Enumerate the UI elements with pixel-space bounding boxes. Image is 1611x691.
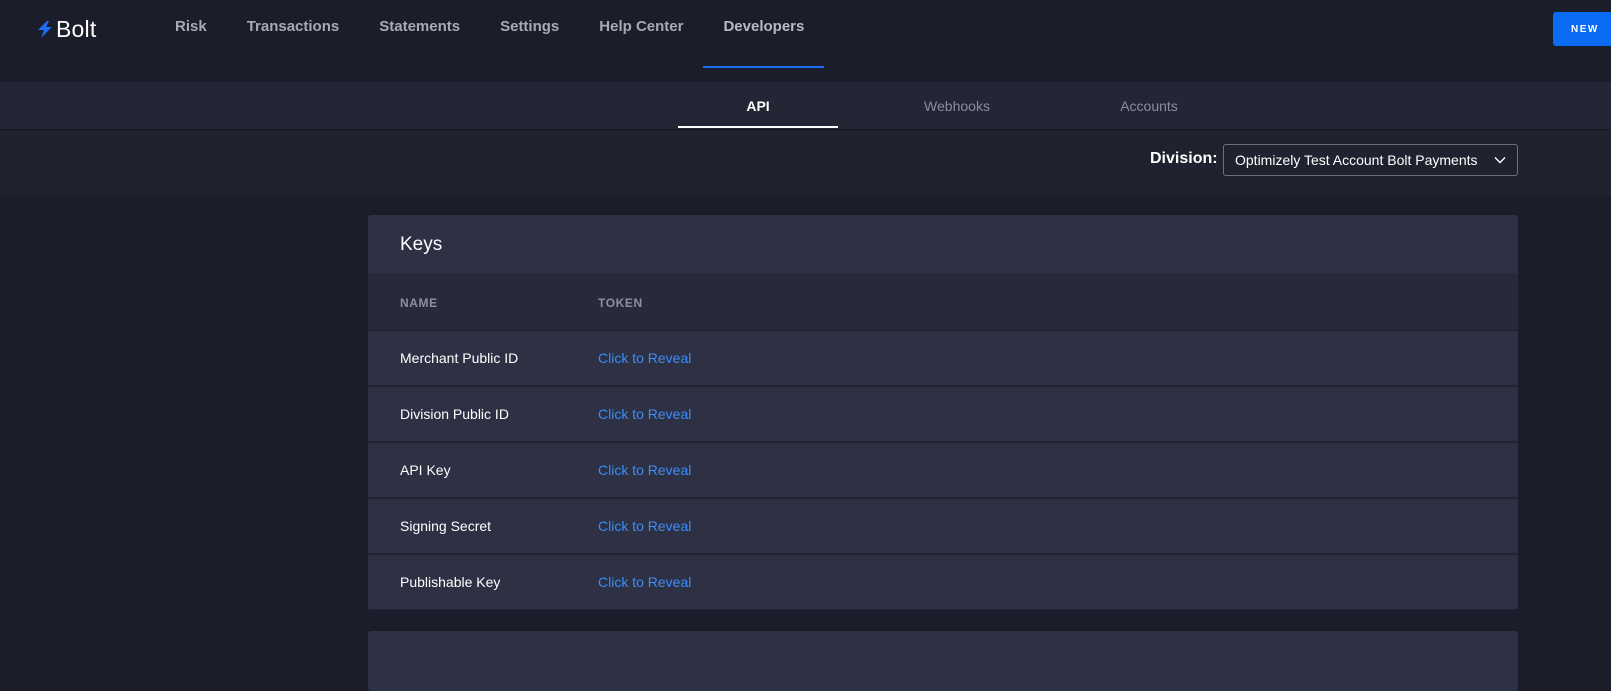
key-name: Signing Secret (400, 518, 492, 534)
key-name: API Key (400, 462, 451, 478)
keys-card: Keys NAME TOKEN Merchant Public ID Click… (368, 215, 1518, 610)
column-header-name: NAME (400, 295, 438, 310)
division-label: Division: (1150, 150, 1218, 167)
table-row: Merchant Public ID Click to Reveal (368, 331, 1518, 387)
nav-item-developers[interactable]: Developers (703, 0, 825, 68)
developer-subnav: API Webhooks Accounts (0, 82, 1611, 130)
main-nav: Risk Transactions Statements Settings He… (155, 0, 825, 68)
nav-item-transactions[interactable]: Transactions (227, 0, 360, 68)
table-row: Signing Secret Click to Reveal (368, 499, 1518, 555)
reveal-signing-secret-link[interactable]: Click to Reveal (598, 518, 691, 534)
division-selected-value: Optimizely Test Account Bolt Payments (1235, 152, 1478, 168)
keys-card-title: Keys (368, 215, 1518, 275)
division-select[interactable]: Optimizely Test Account Bolt Payments (1223, 144, 1518, 176)
brand-name: Bolt (56, 15, 97, 42)
reveal-division-public-id-link[interactable]: Click to Reveal (598, 406, 691, 422)
table-row: API Key Click to Reveal (368, 443, 1518, 499)
keys-table-header: NAME TOKEN (368, 275, 1518, 331)
nav-item-help-center[interactable]: Help Center (579, 0, 703, 68)
tab-accounts[interactable]: Accounts (1069, 82, 1229, 130)
reveal-publishable-key-link[interactable]: Click to Reveal (598, 574, 691, 590)
nav-item-risk[interactable]: Risk (155, 0, 227, 68)
bolt-logo[interactable]: Bolt (36, 14, 96, 44)
nav-item-statements[interactable]: Statements (359, 0, 480, 68)
key-name: Division Public ID (400, 406, 509, 422)
top-navigation-bar: Bolt Risk Transactions Statements Settin… (0, 0, 1611, 82)
table-row: Publishable Key Click to Reveal (368, 555, 1518, 610)
new-button[interactable]: NEW (1553, 12, 1611, 46)
tab-webhooks[interactable]: Webhooks (877, 82, 1037, 130)
reveal-merchant-public-id-link[interactable]: Click to Reveal (598, 350, 691, 366)
bolt-lightning-icon (38, 21, 52, 38)
nav-item-settings[interactable]: Settings (480, 0, 579, 68)
secondary-card (368, 631, 1518, 691)
tab-api[interactable]: API (678, 82, 838, 130)
key-name: Publishable Key (400, 574, 501, 590)
division-bar: Division: Optimizely Test Account Bolt P… (0, 131, 1611, 195)
reveal-api-key-link[interactable]: Click to Reveal (598, 462, 691, 478)
table-row: Division Public ID Click to Reveal (368, 387, 1518, 443)
chevron-down-icon (1494, 157, 1506, 164)
column-header-token: TOKEN (598, 295, 643, 310)
key-name: Merchant Public ID (400, 350, 519, 366)
